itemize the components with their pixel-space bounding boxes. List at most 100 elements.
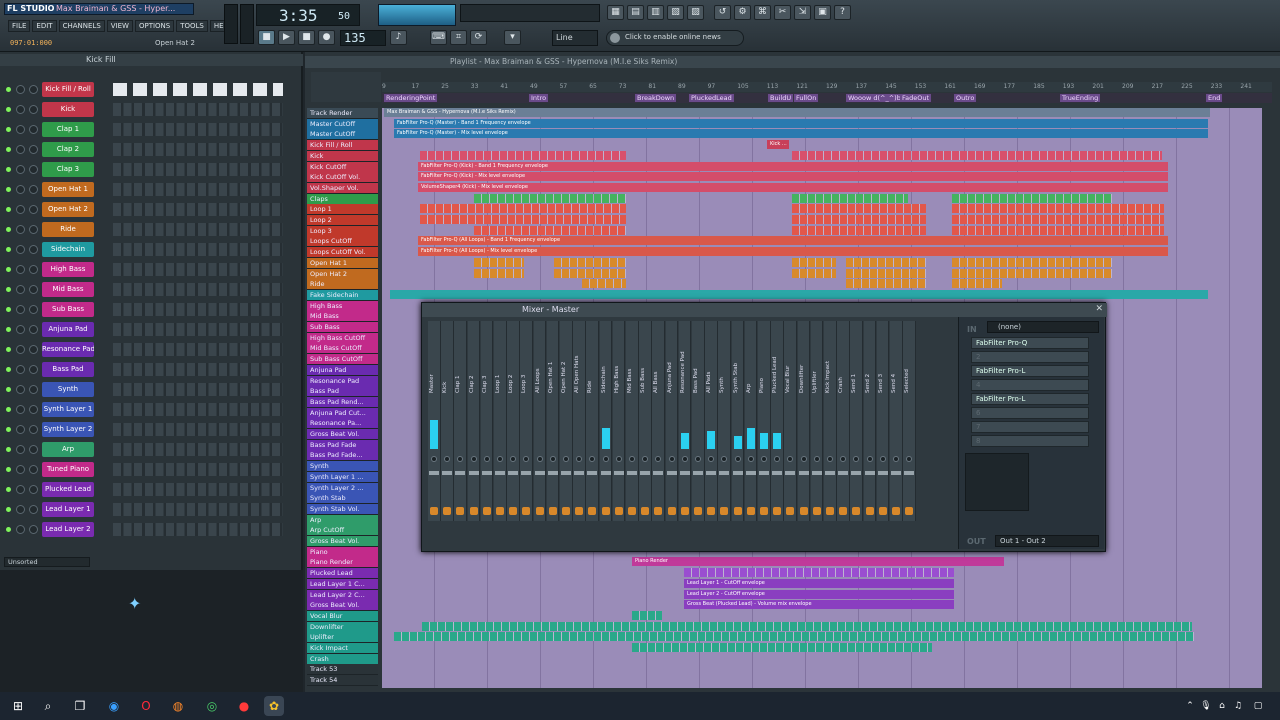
mixer-strip[interactable]: All Loops xyxy=(533,321,547,521)
pan-knob[interactable] xyxy=(563,456,569,462)
playlist-icon[interactable]: ▤ xyxy=(627,5,644,20)
time-marker[interactable]: BreakDown xyxy=(635,94,677,102)
mixer-strip[interactable]: Master xyxy=(428,321,441,521)
channel-row[interactable]: Clap 2 xyxy=(0,140,303,160)
fx-slot-5[interactable]: FabFilter Pro-L xyxy=(971,393,1089,405)
pan-knob[interactable] xyxy=(536,456,543,462)
pan-knob[interactable] xyxy=(444,456,451,462)
step-sequencer[interactable] xyxy=(113,383,283,396)
channel-name-button[interactable]: Resonance Pad xyxy=(42,342,94,357)
route-button[interactable] xyxy=(575,507,584,515)
mixer-strip[interactable]: Resonance Pad xyxy=(678,321,692,521)
channel-pan-knob[interactable] xyxy=(16,485,25,494)
route-button[interactable] xyxy=(562,507,570,515)
pan-knob[interactable] xyxy=(589,456,596,462)
online-news-panel[interactable]: Click to enable online news xyxy=(606,30,744,46)
channel-pan-knob[interactable] xyxy=(16,245,25,254)
channel-row[interactable]: Ride xyxy=(0,220,303,240)
channel-pan-knob[interactable] xyxy=(16,225,25,234)
channel-mute-led[interactable] xyxy=(6,107,11,112)
pan-knob[interactable] xyxy=(879,456,886,462)
route-button[interactable] xyxy=(799,507,808,515)
time-marker[interactable]: FullOn xyxy=(794,94,819,102)
channel-pan-knob[interactable] xyxy=(16,125,25,134)
track-header[interactable]: Gross Beat Vol. xyxy=(307,600,378,611)
track-header[interactable]: Synth Layer 1 ... xyxy=(307,471,378,482)
pan-knob[interactable] xyxy=(906,456,913,462)
track-header[interactable]: Uplifter xyxy=(307,632,378,643)
track-header[interactable]: Master CutOff xyxy=(307,129,378,140)
channel-mute-led[interactable] xyxy=(6,127,11,132)
volume-fader[interactable] xyxy=(508,471,519,475)
route-button[interactable] xyxy=(746,507,755,515)
pattern-clip[interactable] xyxy=(792,204,926,214)
volume-icon[interactable]: ♫ xyxy=(1228,696,1248,716)
route-button[interactable] xyxy=(680,507,689,515)
mixer-strip[interactable]: Loop 3 xyxy=(520,321,533,521)
close-icon[interactable]: ✕ xyxy=(1095,304,1103,314)
track-header[interactable]: Loop 3 xyxy=(307,225,378,236)
mixer-strip[interactable]: Upliftler xyxy=(810,321,824,521)
volume-fader[interactable] xyxy=(904,471,915,475)
volume-fader[interactable] xyxy=(772,471,783,475)
route-button[interactable] xyxy=(522,507,531,515)
mixer-strip[interactable]: Loop 1 xyxy=(494,321,507,521)
channel-mute-led[interactable] xyxy=(6,167,11,172)
notification-icon[interactable]: ▢ xyxy=(1248,696,1268,716)
pattern-clip[interactable] xyxy=(952,193,1112,203)
pan-knob[interactable] xyxy=(734,456,741,462)
pattern-clip[interactable] xyxy=(474,268,524,278)
pattern-clip[interactable] xyxy=(792,215,926,224)
track-header[interactable]: Sub Bass CutOff xyxy=(307,354,378,365)
route-button[interactable] xyxy=(720,507,729,515)
pan-knob[interactable] xyxy=(576,456,583,462)
volume-fader[interactable] xyxy=(468,471,479,475)
channel-mute-led[interactable] xyxy=(6,147,11,152)
channel-row[interactable]: Clap 3 xyxy=(0,160,303,180)
step-sequencer[interactable] xyxy=(113,163,283,176)
pan-knob[interactable] xyxy=(615,456,622,462)
step-sequencer[interactable] xyxy=(113,303,283,316)
channel-name-button[interactable]: Plucked Lead xyxy=(42,482,94,497)
route-button[interactable] xyxy=(773,507,782,515)
track-header[interactable]: Claps xyxy=(307,193,378,204)
channel-row[interactable]: Synth xyxy=(0,380,303,400)
pan-knob[interactable] xyxy=(747,456,754,462)
volume-fader[interactable] xyxy=(825,471,835,475)
volume-fader[interactable] xyxy=(587,471,598,475)
channel-filter-select[interactable]: Unsorted xyxy=(4,557,90,567)
time-marker[interactable]: Outro xyxy=(954,94,977,102)
channel-pan-knob[interactable] xyxy=(16,405,25,414)
piano-roll-icon[interactable]: ▥ xyxy=(647,5,664,20)
volume-fader[interactable] xyxy=(745,471,756,475)
route-button[interactable] xyxy=(641,507,650,515)
volume-fader[interactable] xyxy=(653,471,664,475)
mixer-strip[interactable]: Selected xyxy=(903,321,916,521)
channel-volume-knob[interactable] xyxy=(29,485,38,494)
pattern-clip[interactable] xyxy=(792,268,836,278)
track-header[interactable]: Arp xyxy=(307,514,378,525)
pattern-clip[interactable] xyxy=(846,279,926,289)
pattern-clip[interactable] xyxy=(952,225,1164,235)
pattern-clip[interactable] xyxy=(554,257,626,267)
pattern-picker-icon[interactable]: ▾ xyxy=(504,30,521,45)
channel-mute-led[interactable] xyxy=(6,367,11,372)
track-header[interactable]: Kick CutOff Vol. xyxy=(307,172,378,183)
time-marker[interactable]: PluckedLead xyxy=(689,94,734,102)
channel-name-button[interactable]: Open Hat 2 xyxy=(42,202,94,217)
track-header[interactable]: Synth xyxy=(307,461,378,472)
channel-name-button[interactable]: Lead Layer 2 xyxy=(42,522,94,537)
step-sequencer[interactable] xyxy=(113,423,283,436)
channel-mute-led[interactable] xyxy=(6,407,11,412)
channel-row[interactable]: Synth Layer 2 xyxy=(0,420,303,440)
save-icon[interactable]: ▣ xyxy=(814,5,831,20)
channel-name-button[interactable]: Tuned Piano xyxy=(42,462,94,477)
pattern-clip[interactable] xyxy=(422,621,1192,631)
pan-knob[interactable] xyxy=(893,456,899,462)
channel-name-button[interactable]: Mid Bass xyxy=(42,282,94,297)
mixer-strip[interactable]: Send 1 xyxy=(850,321,863,521)
fx-slot-3[interactable]: FabFilter Pro-L xyxy=(971,365,1089,377)
track-header[interactable]: Synth Stab Vol. xyxy=(307,503,378,514)
step-sequencer[interactable] xyxy=(113,223,283,236)
track-header[interactable]: Open Hat 1 xyxy=(307,257,378,268)
